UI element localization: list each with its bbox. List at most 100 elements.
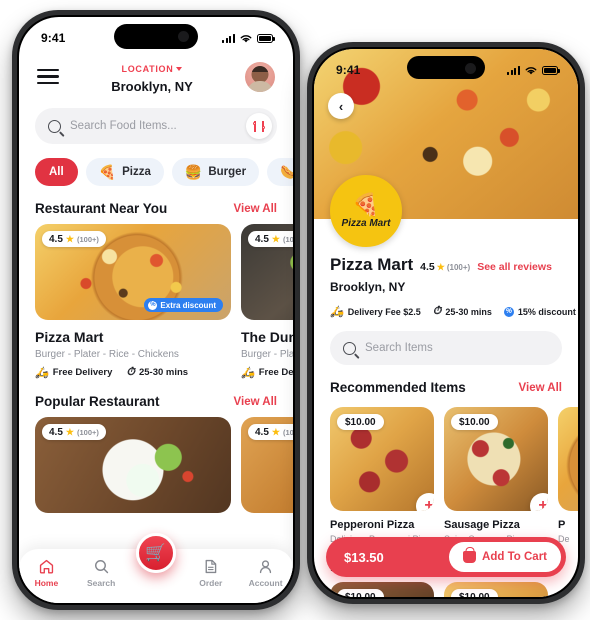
restaurant-image: 4.5 ★ (100+) <box>241 417 293 513</box>
add-item-button[interactable]: + <box>416 493 434 511</box>
home-icon <box>39 559 54 574</box>
category-chip-hotdog[interactable]: 🌭 Hot Dog <box>267 158 293 186</box>
status-icons <box>221 33 275 44</box>
items-search-bar[interactable]: Search Items <box>330 331 562 365</box>
category-chip-pizza[interactable]: 🍕 Pizza <box>85 158 164 186</box>
category-chip-burger[interactable]: 🍔 Burger <box>171 158 260 186</box>
location-city: Brooklyn, NY <box>111 79 193 94</box>
nav-item-home[interactable]: Home <box>22 558 70 588</box>
delivery-time-label: 25-30 mins <box>445 306 492 317</box>
rating-badge: 4.5 ★ (100+) <box>420 261 470 273</box>
search-input[interactable]: Search Food Items... <box>70 120 237 132</box>
phone-bezel: 9:41 LOCATION Brooklyn, NY Search Food I… <box>17 15 295 605</box>
restaurant-name: Pizza Mart <box>35 329 104 345</box>
pizza-slice-icon: 🍕 <box>352 191 380 217</box>
nav-label: Home <box>34 578 59 588</box>
restaurant-image: 4.5 ★ (100+) % Extra discount <box>35 224 231 320</box>
cart-total: $13.50 <box>344 549 384 565</box>
view-all-link[interactable]: View All <box>234 396 277 408</box>
rating-value: 4.5 <box>49 233 63 245</box>
plus-icon: + <box>424 497 434 511</box>
restaurant-card[interactable]: 4.5 ★ (100+) % Extra discount Pizza Mart… <box>35 224 231 379</box>
restaurant-card[interactable]: 4.5 ★ (100+) <box>241 417 293 513</box>
rating-count: (100+) <box>76 427 99 437</box>
nav-item-search[interactable]: Search <box>77 558 125 588</box>
discount-info: % 15% discount <box>503 305 576 318</box>
food-item-card[interactable]: $10.00 <box>444 582 548 597</box>
restaurant-meta: 🛵 Free Deliv <box>241 366 293 379</box>
rating-value: 4.5 <box>255 233 269 245</box>
search-bar[interactable]: Search Food Items... <box>35 108 277 144</box>
star-icon: ★ <box>271 233 280 244</box>
restaurant-title-row: Pizza Mart 4.5 ★ (100+) See all reviews <box>330 255 562 275</box>
category-label: Burger <box>208 166 247 178</box>
restaurant-tags: Burger - Plat <box>241 349 293 360</box>
status-icons <box>506 65 560 76</box>
add-to-cart-button[interactable]: Add To Cart <box>449 542 561 572</box>
food-item-card[interactable]: $10.00 + Sausage Pizza Spicy Sausage Piz… <box>444 407 548 544</box>
logo-text: Pizza Mart <box>341 217 391 229</box>
section-title: Recommended Items <box>330 380 466 395</box>
bottom-navigation: Home Search Order Account 🛒 <box>19 533 293 603</box>
view-all-link[interactable]: View All <box>519 382 562 394</box>
battery-full-icon <box>542 65 560 75</box>
delivery-fee-info: 🛵 Delivery Fee $2.5 <box>330 305 421 318</box>
cart-bar: $13.50 Add To Cart <box>326 537 566 577</box>
discount-label: 15% discount <box>517 306 576 317</box>
location-selector[interactable]: LOCATION Brooklyn, NY <box>59 59 245 94</box>
category-chips: All 🍕 Pizza 🍔 Burger 🌭 Hot Dog <box>19 144 293 186</box>
food-item-image: $10.00 + <box>444 407 548 511</box>
section-header-popular: Popular Restaurant View All <box>19 379 293 417</box>
add-item-button[interactable]: + <box>530 493 548 511</box>
restaurant-card[interactable]: 4.5 ★ (100+) <box>35 417 231 513</box>
add-to-cart-label: Add To Cart <box>482 551 547 563</box>
plus-icon: + <box>538 497 548 511</box>
mockup-stage: 9:41 LOCATION Brooklyn, NY Search Food I… <box>0 0 590 620</box>
dynamic-island <box>114 24 198 49</box>
nav-item-order[interactable]: Order <box>187 558 235 588</box>
rating-count: (100+) <box>446 262 471 272</box>
nav-label: Account <box>248 578 283 588</box>
food-item-card[interactable]: P De <box>558 407 578 544</box>
restaurant-list-popular: 4.5 ★ (100+) 4.5 ★ (100+) <box>19 417 293 513</box>
restaurant-list-near-you: 4.5 ★ (100+) % Extra discount Pizza Mart… <box>19 224 293 379</box>
star-icon: ★ <box>65 426 74 437</box>
star-icon: ★ <box>65 233 74 244</box>
location-label-text: LOCATION <box>121 64 174 74</box>
recommended-items-list-bottom: $10.00 $10.00 <box>314 582 578 597</box>
price-badge: $10.00 <box>451 414 498 430</box>
rating-badge: 4.5 ★ (100+) <box>42 424 106 440</box>
status-time: 9:41 <box>41 31 66 45</box>
rating-count: (100+) <box>76 234 99 244</box>
food-item-card[interactable]: $10.00 <box>330 582 434 597</box>
category-chip-all[interactable]: All <box>35 158 78 186</box>
restaurant-name: The Dum <box>241 329 293 345</box>
battery-full-icon <box>257 33 275 43</box>
cellular-bars-icon <box>506 65 520 75</box>
time-label: 25-30 mins <box>138 367 189 378</box>
hamburger-menu-icon[interactable] <box>37 68 59 85</box>
filter-button[interactable] <box>246 113 272 139</box>
food-item-image: $10.00 <box>330 582 434 597</box>
items-search-input[interactable]: Search Items <box>365 342 549 354</box>
section-header-near-you: Restaurant Near You View All <box>19 186 293 224</box>
location-label: LOCATION <box>122 64 183 74</box>
document-icon <box>205 559 217 574</box>
nav-item-account[interactable]: Account <box>242 558 290 588</box>
cart-fab-button[interactable]: 🛒 <box>136 533 176 573</box>
user-avatar[interactable] <box>245 61 275 92</box>
cellular-bars-icon <box>221 33 235 43</box>
restaurant-name: Pizza Mart <box>330 255 414 274</box>
back-button[interactable]: ‹ <box>328 93 354 119</box>
restaurant-card[interactable]: 4.5 ★ (100+) The Dum Burger - Plat 🛵 Fre… <box>241 224 293 379</box>
chevron-left-icon: ‹ <box>338 98 344 114</box>
hotdog-icon: 🌭 <box>280 164 293 180</box>
discount-label: Extra discount <box>160 300 216 310</box>
phone-right: 9:41 ‹ 🍕 Pizza Mart Pizza Mart 4.5 ★ (10… <box>307 42 585 604</box>
section-header-recommended: Recommended Items View All <box>314 365 578 403</box>
see-all-reviews-link[interactable]: See all reviews <box>477 261 552 273</box>
food-item-card[interactable]: $10.00 + Pepperoni Pizza Delicious Peppe… <box>330 407 435 544</box>
view-all-link[interactable]: View All <box>234 203 277 215</box>
delivery-info: 🛵 Free Delivery <box>35 366 112 379</box>
section-title: Restaurant Near You <box>35 201 168 216</box>
